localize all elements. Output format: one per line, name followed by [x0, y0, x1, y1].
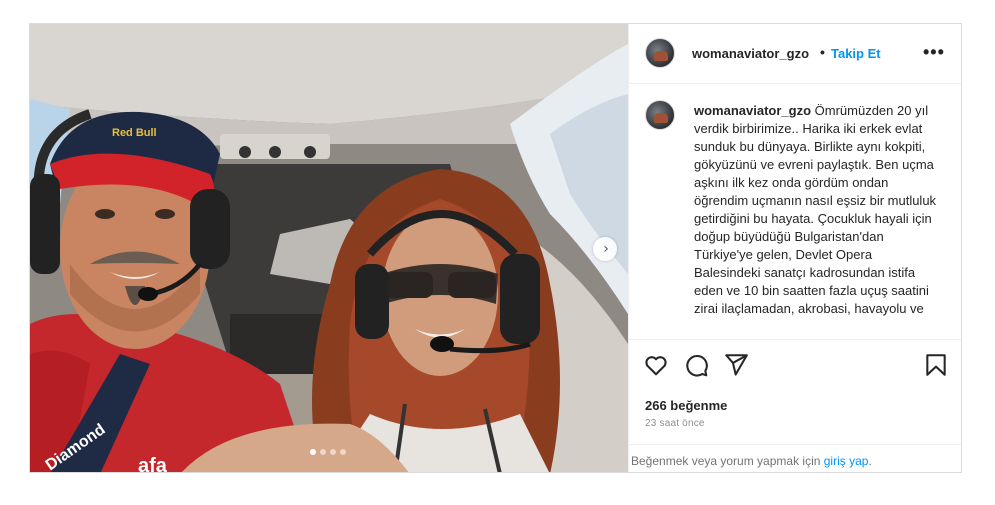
chevron-right-icon: ›: [603, 241, 609, 257]
login-link[interactable]: giriş yap: [824, 454, 869, 468]
caption-text: Ömrümüzden 20 yıl verdik birbirimize.. H…: [694, 103, 937, 316]
more-horizontal-icon[interactable]: •••: [923, 42, 945, 63]
avatar[interactable]: [645, 38, 675, 68]
follow-button[interactable]: Takip Et: [831, 46, 881, 61]
post-timestamp[interactable]: 23 saat önce: [645, 418, 705, 429]
carousel-dot[interactable]: [330, 449, 336, 455]
post-header: womanaviator_gzo • Takip Et •••: [629, 24, 961, 84]
caption-area: womanaviator_gzo Ömrümüzden 20 yıl verdi…: [629, 84, 961, 339]
login-prompt: Beğenmek veya yorum yapmak için giriş ya…: [629, 444, 961, 472]
caption: womanaviator_gzo Ömrümüzden 20 yıl verdi…: [694, 102, 939, 318]
avatar[interactable]: [645, 100, 675, 130]
comment-icon[interactable]: [683, 352, 709, 378]
instagram-post: Diamond afa Red Bull › womanaviator_gzo …: [29, 23, 962, 473]
post-actions: 266 beğenme 23 saat önce: [629, 339, 961, 454]
carousel-dot[interactable]: [320, 449, 326, 455]
caption-username[interactable]: womanaviator_gzo: [694, 103, 811, 118]
carousel-next-button[interactable]: ›: [593, 237, 617, 261]
sleeve-text: afa: [138, 455, 168, 473]
separator-dot: •: [820, 44, 825, 60]
bookmark-icon[interactable]: [923, 352, 949, 378]
post-side-panel: womanaviator_gzo • Takip Et ••• womanavi…: [628, 24, 961, 472]
post-photo[interactable]: Diamond afa Red Bull ›: [30, 24, 628, 473]
carousel-dots: [310, 449, 346, 455]
carousel-dot[interactable]: [310, 449, 316, 455]
author-username[interactable]: womanaviator_gzo: [692, 46, 809, 61]
send-icon[interactable]: [723, 352, 749, 378]
login-prompt-text: Beğenmek veya yorum yapmak için: [631, 454, 824, 468]
cockpit-selfie-image: Diamond afa Red Bull: [30, 24, 628, 473]
like-count[interactable]: 266 beğenme: [645, 398, 727, 413]
cap-logo-text: Red Bull: [112, 127, 157, 139]
heart-icon[interactable]: [643, 352, 669, 378]
login-prompt-suffix: .: [868, 454, 872, 468]
carousel-dot[interactable]: [340, 449, 346, 455]
